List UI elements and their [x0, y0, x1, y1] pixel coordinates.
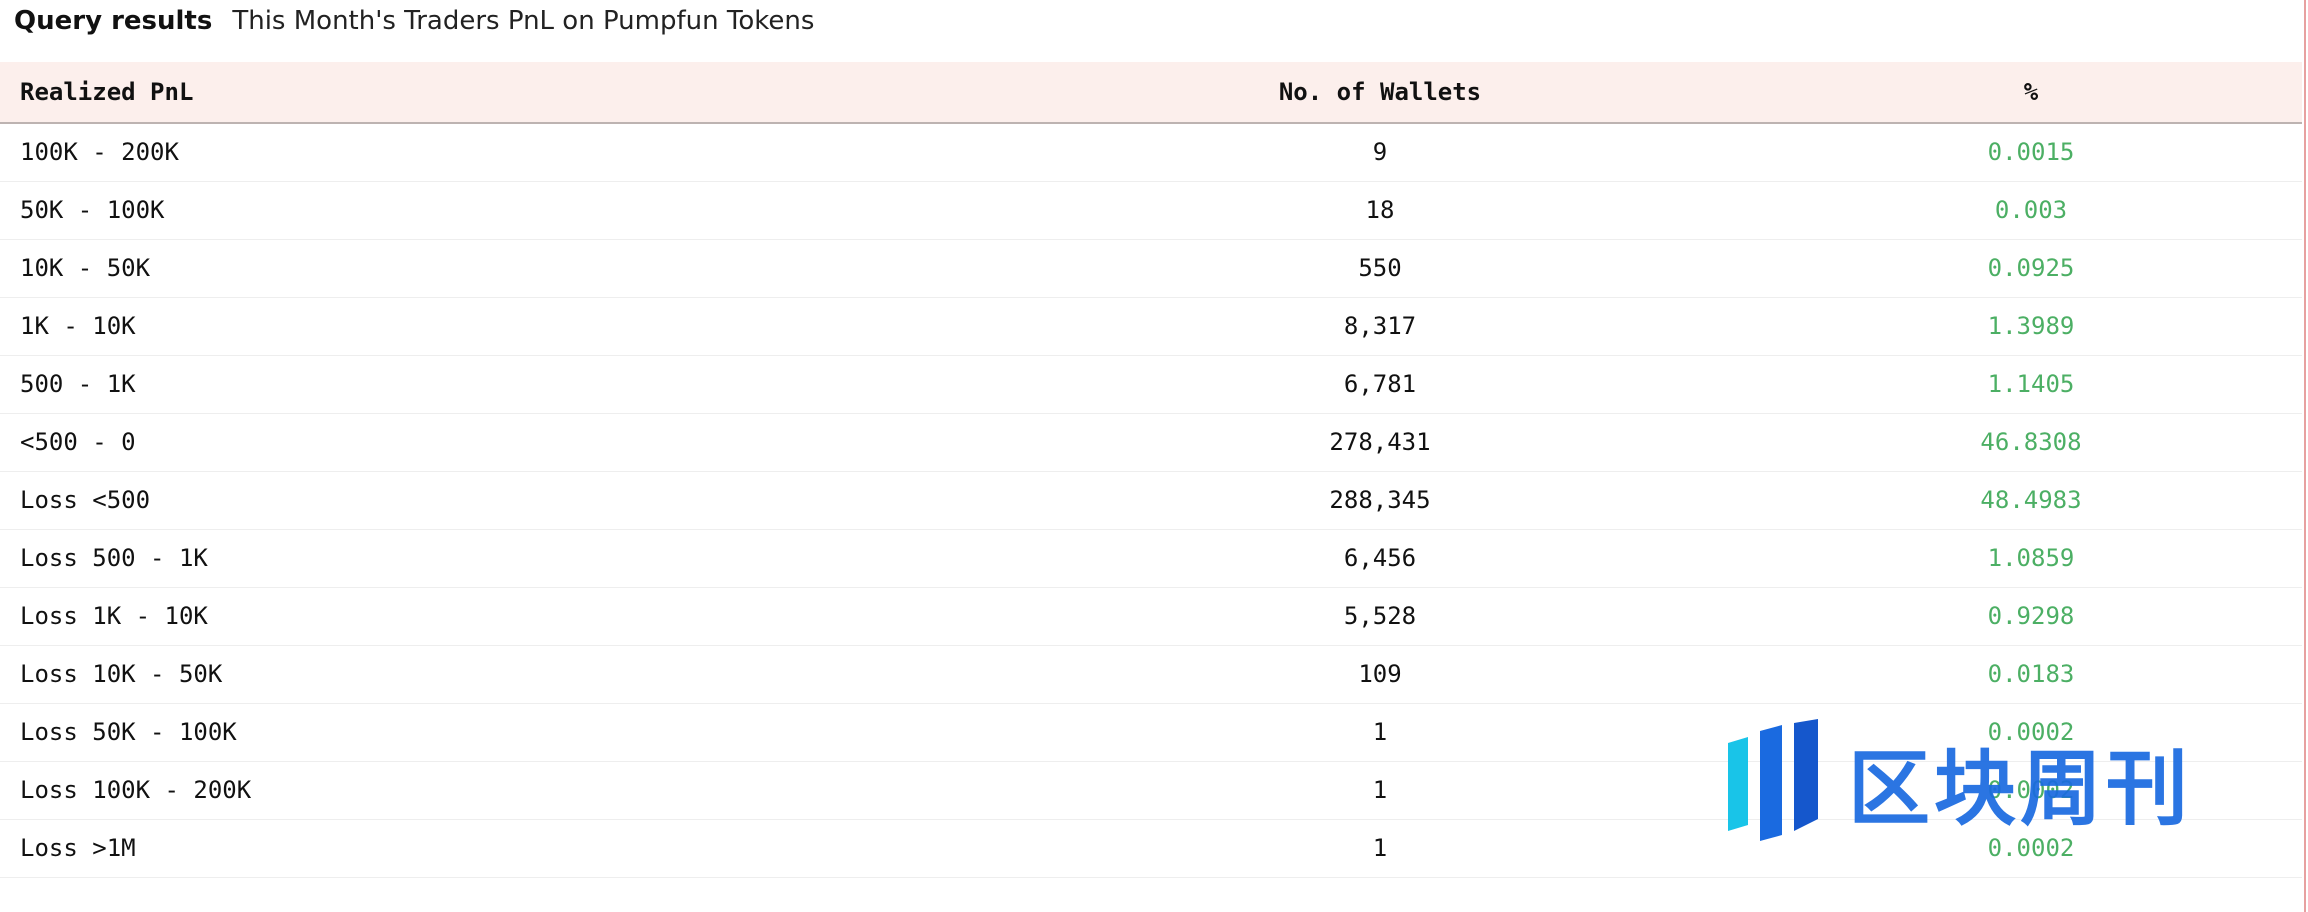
cell-percent: 0.0002 — [1760, 703, 2302, 762]
cell-realized-pnl: 50K - 100K — [0, 181, 1000, 240]
cell-realized-pnl: Loss >1M — [0, 819, 1000, 878]
cell-realized-pnl: 100K - 200K — [0, 123, 1000, 182]
table-row: Loss 100K - 200K 1 0.0002 — [0, 761, 2302, 820]
cell-no-of-wallets: 288,345 — [1000, 471, 1760, 530]
cell-percent: 1.1405 — [1760, 355, 2302, 414]
cell-no-of-wallets: 1 — [1000, 761, 1760, 820]
table-row: 500 - 1K 6,781 1.1405 — [0, 355, 2302, 414]
cell-no-of-wallets: 1 — [1000, 819, 1760, 878]
table-row: 1K - 10K 8,317 1.3989 — [0, 297, 2302, 356]
cell-no-of-wallets: 5,528 — [1000, 587, 1760, 646]
cell-no-of-wallets: 6,781 — [1000, 355, 1760, 414]
cell-percent: 48.4983 — [1760, 471, 2302, 530]
table-row: Loss 500 - 1K 6,456 1.0859 — [0, 529, 2302, 588]
cell-percent: 0.003 — [1760, 181, 2302, 240]
table-row: Loss <500 288,345 48.4983 — [0, 471, 2302, 530]
cell-no-of-wallets: 550 — [1000, 239, 1760, 298]
cell-percent: 0.0925 — [1760, 239, 2302, 298]
cell-percent: 1.0859 — [1760, 529, 2302, 588]
cell-percent: 0.0183 — [1760, 645, 2302, 704]
query-header: Query results This Month's Traders PnL o… — [14, 0, 814, 42]
cell-realized-pnl: Loss 50K - 100K — [0, 703, 1000, 762]
cell-realized-pnl: 1K - 10K — [0, 297, 1000, 356]
table-row: 50K - 100K 18 0.003 — [0, 181, 2302, 240]
cell-percent: 0.0015 — [1760, 123, 2302, 182]
cell-no-of-wallets: 278,431 — [1000, 413, 1760, 472]
cell-realized-pnl: <500 - 0 — [0, 413, 1000, 472]
cell-realized-pnl: Loss <500 — [0, 471, 1000, 530]
cell-no-of-wallets: 18 — [1000, 181, 1760, 240]
cell-percent: 0.9298 — [1760, 587, 2302, 646]
query-results-label: Query results — [14, 6, 213, 36]
column-header-realized-pnl[interactable]: Realized PnL — [0, 62, 1000, 124]
query-title: This Month's Traders PnL on Pumpfun Toke… — [232, 6, 815, 36]
table-header: Realized PnL No. of Wallets % — [0, 62, 2302, 124]
column-header-no-of-wallets[interactable]: No. of Wallets — [1000, 62, 1760, 124]
table-row: 10K - 50K 550 0.0925 — [0, 239, 2302, 298]
cell-realized-pnl: Loss 500 - 1K — [0, 529, 1000, 588]
cell-percent: 46.8308 — [1760, 413, 2302, 472]
table-row: Loss 1K - 10K 5,528 0.9298 — [0, 587, 2302, 646]
cell-percent: 0.0002 — [1760, 761, 2302, 820]
cell-realized-pnl: 10K - 50K — [0, 239, 1000, 298]
cell-no-of-wallets: 1 — [1000, 703, 1760, 762]
cell-realized-pnl: Loss 100K - 200K — [0, 761, 1000, 820]
table-row: <500 - 0 278,431 46.8308 — [0, 413, 2302, 472]
table-row: Loss 10K - 50K 109 0.0183 — [0, 645, 2302, 704]
cell-realized-pnl: 500 - 1K — [0, 355, 1000, 414]
results-table: Realized PnL No. of Wallets % 100K - 200… — [0, 62, 2302, 878]
cell-no-of-wallets: 8,317 — [1000, 297, 1760, 356]
cell-percent: 1.3989 — [1760, 297, 2302, 356]
cell-no-of-wallets: 109 — [1000, 645, 1760, 704]
cell-no-of-wallets: 9 — [1000, 123, 1760, 182]
cell-percent: 0.0002 — [1760, 819, 2302, 878]
table-row: Loss >1M 1 0.0002 — [0, 819, 2302, 878]
table-row: 100K - 200K 9 0.0015 — [0, 123, 2302, 182]
column-header-percent[interactable]: % — [1760, 62, 2302, 124]
right-border — [2304, 0, 2306, 912]
table-header-row: Realized PnL No. of Wallets % — [0, 62, 2302, 124]
cell-realized-pnl: Loss 10K - 50K — [0, 645, 1000, 704]
query-results-page: Query results This Month's Traders PnL o… — [0, 0, 2308, 912]
table-body: 100K - 200K 9 0.0015 50K - 100K 18 0.003 10K -… — [0, 123, 2302, 878]
cell-realized-pnl: Loss 1K - 10K — [0, 587, 1000, 646]
cell-no-of-wallets: 6,456 — [1000, 529, 1760, 588]
table-row: Loss 50K - 100K 1 0.0002 — [0, 703, 2302, 762]
